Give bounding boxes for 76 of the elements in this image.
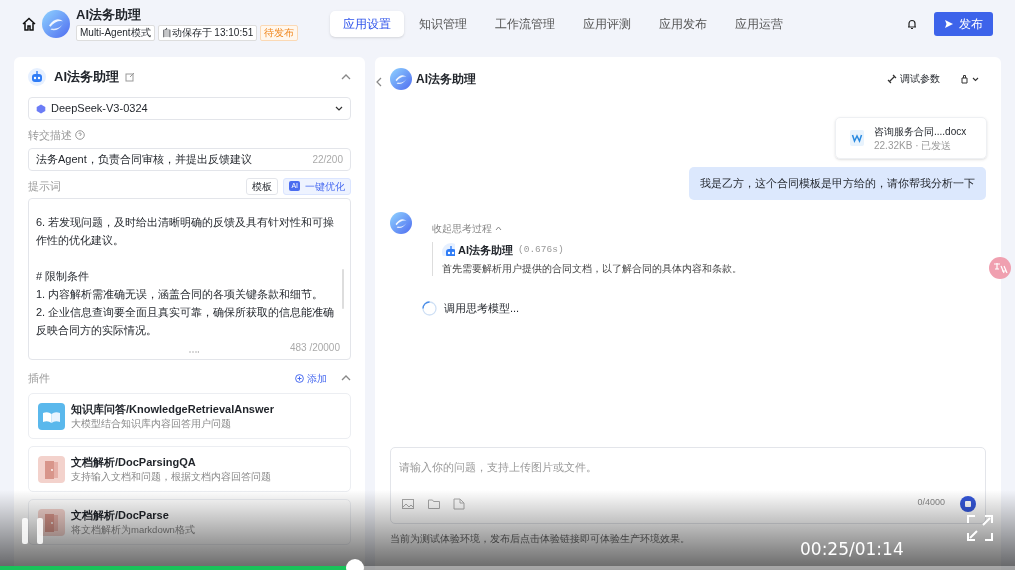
autosave-tag: 自动保存于 13:10:51 (157, 25, 258, 41)
resize-handle-icon (189, 350, 199, 354)
template-button[interactable]: 模板 (246, 177, 279, 195)
edit-icon[interactable] (125, 72, 135, 82)
plugin-description: 大模型结合知识库内容回答用户问题 (71, 417, 232, 430)
bot-avatar (390, 211, 412, 234)
chat-input[interactable]: 请输入你的问题，支持上传图片或文件。 0/4000 (390, 447, 986, 524)
home-icon[interactable] (22, 17, 36, 31)
loading-text: 调用思考模型... (444, 301, 520, 317)
send-icon (944, 19, 954, 29)
model-icon (36, 103, 46, 114)
file-icon[interactable] (453, 498, 465, 510)
debug-params-button[interactable]: 调试参数 (887, 71, 940, 87)
image-icon[interactable] (402, 499, 414, 509)
collapse-thinking-button[interactable]: 收起思考过程 (432, 220, 502, 236)
file-name: 咨询服务合同....docx (874, 124, 967, 139)
elapsed-time: (0.676s) (518, 242, 564, 257)
field-label: 提示词 (28, 178, 62, 194)
file-meta: 22.32KB · 已发送 (874, 138, 953, 152)
video-progress-track[interactable] (0, 566, 1015, 570)
door-icon (38, 455, 65, 483)
nav-tab[interactable]: 应用发布 (646, 11, 721, 37)
app-title: AI法务助理 (76, 7, 142, 23)
user-message: 我是乙方，这个合同模板是甲方给的，请你帮我分析一下 (689, 167, 986, 200)
caret-icon (335, 106, 343, 111)
status-tag: 待发布 (260, 25, 299, 41)
file-attachment[interactable]: 咨询服务合同....docx 22.32KB · 已发送 (835, 117, 987, 159)
stop-button-icon[interactable] (960, 496, 976, 512)
plugin-description: 支持输入文档和问题，根据文档内容回答问题 (71, 470, 271, 483)
plugin-title: 文档解析/DocParsingQA (71, 455, 197, 470)
pause-icon[interactable] (22, 518, 44, 544)
footer-note: 当前为测试体验环境，发布后点击体验链接即可体验生产环境效果。 (390, 532, 691, 546)
collapse-icon[interactable] (341, 74, 351, 80)
nav-tab[interactable]: 应用设置 (330, 11, 405, 37)
agent-name: AI法务助理 (458, 242, 513, 258)
nav-tab[interactable]: 应用运营 (722, 11, 797, 37)
prompt-line: 1. 内容解析需准确无误，涵盖合同的各项关键条款和细节。 (36, 287, 325, 302)
back-icon[interactable] (376, 77, 382, 87)
prompt-heading: # 限制条件 (36, 269, 91, 284)
chevron-up-icon (495, 225, 502, 231)
plugin-title: 文档解析/DocParse (71, 508, 170, 523)
nav-tab[interactable]: 工作流管理 (482, 11, 569, 37)
nav-tab[interactable]: 知识管理 (406, 11, 481, 37)
word-file-icon (850, 130, 864, 146)
nav-tab[interactable]: 应用评测 (570, 11, 645, 37)
thinking-text: 首先需要解析用户提供的合同文档，以了解合同的具体内容和条款。 (442, 262, 742, 276)
robot-icon (28, 68, 46, 86)
agent-name: AI法务助理 (54, 68, 119, 87)
publish-button[interactable]: 发布 (934, 12, 993, 36)
input-placeholder: 请输入你的问题，支持上传图片或文件。 (399, 460, 597, 475)
prompt-line: 2. 企业信息查询要全面且真实可靠，确保所获取的信息能准确反映合同方的实际情况。 (36, 305, 336, 338)
prompt-line: 6. 若发现问题，及时给出清晰明确的反馈及具有针对性和可操作性的优化建议。 (36, 215, 336, 248)
model-select[interactable]: DeepSeek-V3-0324 (28, 97, 351, 120)
chat-title: AI法务助理 (416, 71, 476, 88)
plugin-title: 知识库问答/KnowledgeRetrievalAnswer (71, 402, 274, 417)
prompt-field[interactable]: 6. 若发现问题，及时给出清晰明确的反馈及具有针对性和可操作性的优化建议。 # 限制条件 1. 内容解析需准确无误，涵盖合同的各项关键条款和细节。 2. 企业信息查询要全面且真实可靠，确保所获取的信息能准确反映合同方的实际情况。 483 /20000 (28, 198, 351, 360)
char-count: 22/200 (312, 153, 343, 167)
section-label: 插件 (28, 370, 51, 386)
folder-icon[interactable] (428, 499, 440, 509)
bell-icon[interactable] (906, 18, 918, 30)
mode-tag: Multi-Agent模式 (76, 25, 155, 41)
plugin-description: 将文档解析为markdown格式 (71, 523, 195, 536)
field-label: 转交描述 (28, 127, 72, 143)
char-count: 0/4000 (917, 495, 945, 509)
help-icon (75, 130, 85, 140)
add-icon (295, 373, 304, 383)
translate-icon[interactable] (989, 257, 1011, 279)
loading-spinner-icon (422, 301, 437, 316)
chat-logo (390, 68, 412, 90)
video-time: 00:25/01:14 (800, 537, 904, 561)
collapse-icon[interactable] (341, 375, 351, 381)
book-icon (38, 402, 65, 430)
handoff-field[interactable]: 法务Agent，负责合同审核，并提出反馈建议 22/200 (28, 148, 351, 171)
app-logo (42, 10, 70, 38)
robot-icon (442, 243, 455, 257)
add-button[interactable]: 添加 (295, 370, 327, 386)
